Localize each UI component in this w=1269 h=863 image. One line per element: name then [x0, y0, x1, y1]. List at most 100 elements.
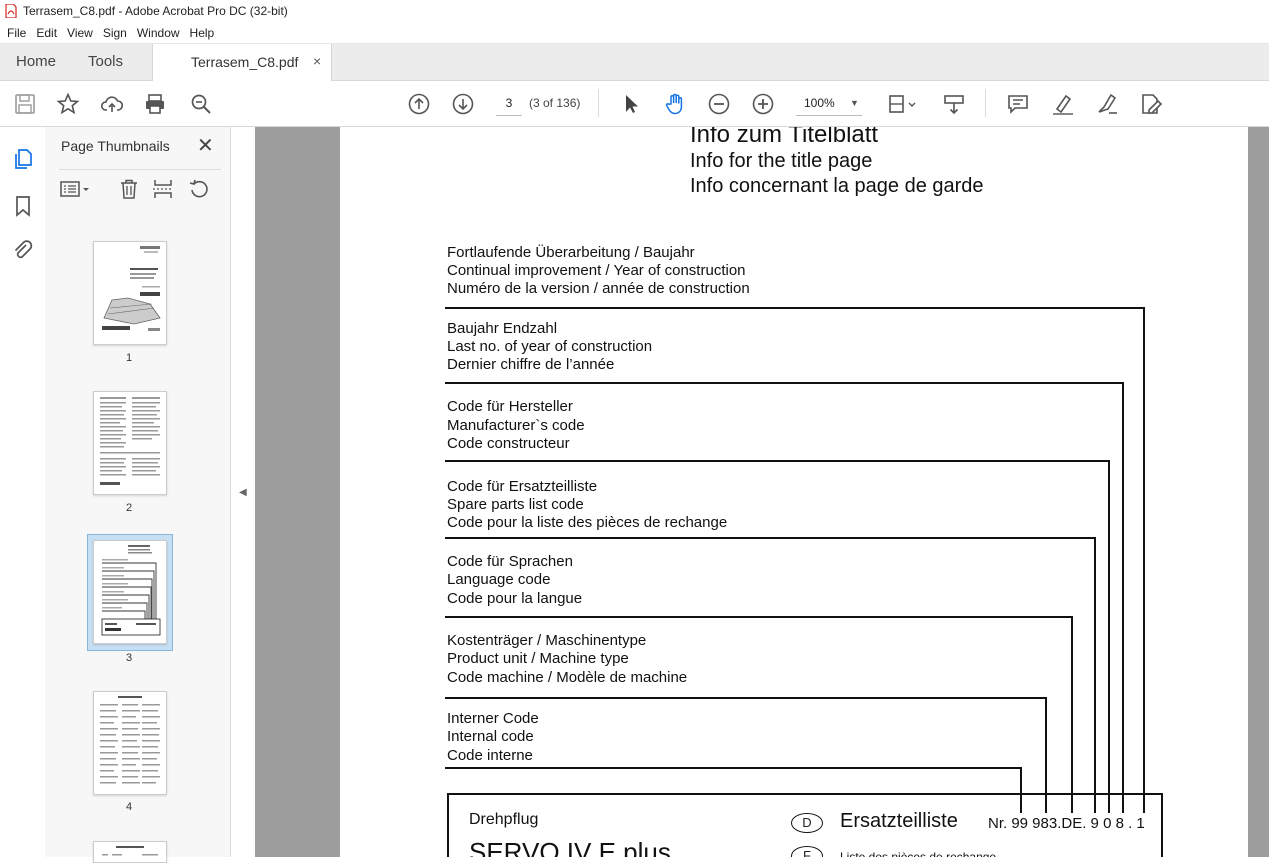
label-en: Language code	[447, 571, 551, 588]
panel-collapse-handle[interactable]: ◀	[231, 127, 255, 857]
find-zoom-button[interactable]	[188, 91, 214, 117]
page-thumbnail-5[interactable]	[93, 841, 167, 863]
page-thumbnail-1[interactable]	[93, 241, 167, 345]
left-navigation-rail	[0, 127, 46, 857]
leader-line	[1108, 793, 1110, 813]
previous-page-button[interactable]	[406, 91, 432, 117]
label-en: Internal code	[447, 728, 534, 745]
label-fr: Code machine / Modèle de machine	[447, 669, 688, 686]
page-number-input[interactable]: 3	[496, 91, 522, 116]
tab-document-label: Terrasem_C8.pdf	[191, 54, 299, 70]
upload-button[interactable]	[99, 91, 125, 117]
printer-icon	[146, 94, 164, 114]
heading-fr: Info concernant la page de garde	[690, 175, 984, 197]
tab-tools[interactable]: Tools	[88, 53, 123, 70]
label-fr: Dernier chiffre de l’année	[447, 356, 615, 373]
leader-line	[445, 767, 1022, 769]
comment-button[interactable]	[1005, 91, 1031, 117]
fit-page-icon	[889, 95, 916, 113]
leader-line	[1020, 793, 1022, 813]
menu-help[interactable]: Help	[190, 26, 215, 40]
leader-line	[1045, 697, 1047, 793]
thumbnail-label: 2	[125, 502, 133, 514]
label-fr: Code constructeur	[447, 435, 570, 452]
heading-en: Info for the title page	[690, 150, 873, 172]
page-thumbnail-4[interactable]	[93, 691, 167, 795]
parts-list-title-fr: Liste des pièces de rechange	[840, 850, 997, 857]
acrobat-app-icon	[5, 3, 17, 19]
page-fit-button[interactable]	[886, 91, 920, 117]
attachments-icon[interactable]	[11, 239, 35, 263]
thumbnail-preview	[100, 397, 160, 485]
sign-button[interactable]	[1094, 91, 1120, 117]
tab-document[interactable]: Terrasem_C8.pdf ×	[152, 44, 332, 81]
cursor-arrow-icon	[626, 95, 638, 113]
hand-tool-button[interactable]	[662, 91, 688, 117]
edit-document-icon	[1142, 94, 1163, 114]
leader-line	[1045, 793, 1047, 813]
tab-home[interactable]: Home	[16, 53, 56, 70]
leader-line	[1094, 793, 1096, 813]
pen-sign-icon	[1098, 93, 1117, 114]
save-button[interactable]	[12, 91, 38, 117]
tab-bar: Home Tools Terrasem_C8.pdf ×	[0, 44, 1269, 81]
page-count: (3 of 136)	[529, 96, 581, 110]
star-icon	[56, 92, 80, 115]
thumbnail-label: 4	[125, 801, 133, 813]
print-button[interactable]	[142, 91, 168, 117]
extract-pages-icon[interactable]	[151, 177, 175, 201]
leader-line	[1094, 537, 1096, 793]
label-en: Product unit / Machine type	[447, 650, 629, 667]
thumbnail-label: 1	[125, 352, 133, 364]
document-view[interactable]: Info zum Titelblatt Info for the title p…	[255, 127, 1269, 857]
leader-line	[445, 382, 1124, 384]
label-en: Manufacturer`s code	[447, 417, 585, 434]
scroll-down-icon	[944, 95, 964, 115]
page-thumbnail-2[interactable]	[93, 391, 167, 495]
main-toolbar: 3 (3 of 136) 100% ▼	[0, 81, 1269, 127]
page-thumbnail-3[interactable]	[93, 540, 167, 644]
pdf-page: Info zum Titelblatt Info for the title p…	[340, 127, 1248, 857]
thumbnail-preview	[101, 545, 161, 636]
options-menu-icon[interactable]	[59, 177, 95, 201]
menu-window[interactable]: Window	[137, 26, 180, 40]
arrow-down-circle-icon	[452, 93, 474, 115]
select-tool-button[interactable]	[618, 91, 644, 117]
menu-view[interactable]: View	[67, 26, 93, 40]
label-de: Code für Hersteller	[447, 398, 573, 415]
zoom-in-button[interactable]	[750, 91, 776, 117]
bookmarks-icon[interactable]	[11, 194, 35, 218]
bookmark-star-button[interactable]	[55, 91, 81, 117]
collapse-arrow-icon[interactable]: ◀	[239, 487, 247, 498]
menu-edit[interactable]: Edit	[36, 26, 57, 40]
zoom-level-dropdown[interactable]: 100% ▼	[796, 91, 862, 116]
hand-icon	[665, 93, 683, 115]
panel-divider	[59, 169, 221, 170]
next-page-button[interactable]	[450, 91, 476, 117]
window-title: Terrasem_C8.pdf - Adobe Acrobat Pro DC (…	[23, 4, 288, 18]
plus-circle-icon	[752, 93, 774, 115]
arrow-up-circle-icon	[408, 93, 430, 115]
panel-close-icon[interactable]: ✕	[197, 133, 214, 158]
cloud-upload-icon	[100, 96, 124, 112]
fill-sign-button[interactable]	[1138, 91, 1164, 117]
label-de: Code für Ersatzteilliste	[447, 478, 598, 495]
label-en: Continual improvement / Year of construc…	[447, 262, 746, 279]
save-icon	[15, 94, 35, 114]
parts-list-number: Nr. 99 983.DE. 9 0 8 . 1	[988, 815, 1145, 832]
menu-sign[interactable]: Sign	[103, 26, 127, 40]
zoom-out-button[interactable]	[706, 91, 732, 117]
menu-file[interactable]: File	[7, 26, 26, 40]
tab-close-icon[interactable]: ×	[313, 53, 321, 69]
title-bar: Terrasem_C8.pdf - Adobe Acrobat Pro DC (…	[0, 0, 1269, 22]
leader-line	[445, 307, 1145, 309]
thumbnail-toolbar	[59, 177, 219, 203]
leader-line	[1071, 793, 1073, 813]
highlight-button[interactable]	[1050, 91, 1076, 117]
leader-line	[445, 460, 1110, 462]
thumbnail-label: 3	[125, 652, 133, 664]
trash-icon[interactable]	[117, 177, 141, 201]
page-thumbnails-icon[interactable]	[11, 147, 35, 171]
scroll-mode-button[interactable]	[941, 91, 967, 117]
rotate-icon[interactable]	[187, 177, 211, 201]
